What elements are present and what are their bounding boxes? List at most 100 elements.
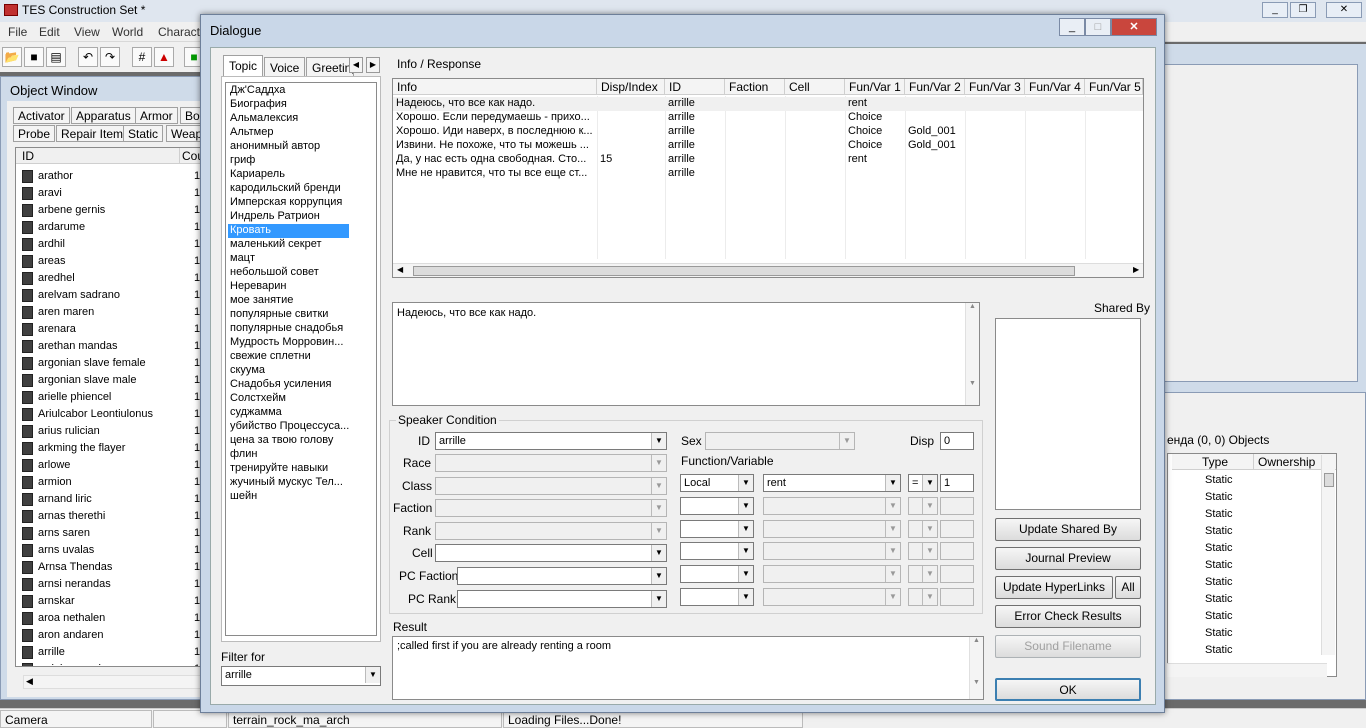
function-variable-combo[interactable]: ▼ xyxy=(763,588,901,606)
function-type-combo[interactable]: Local ▼ xyxy=(680,474,754,492)
function-value-input[interactable] xyxy=(940,496,974,515)
pc-rank-combo[interactable]: ▼ xyxy=(457,590,667,608)
table-row[interactable]: arenara 1 xyxy=(16,321,202,338)
vscroll-thumb[interactable] xyxy=(1324,473,1334,487)
chevron-down-icon[interactable]: ▼ xyxy=(651,545,666,561)
save-icon[interactable]: ■ xyxy=(24,47,44,67)
topic-item[interactable]: Кровать xyxy=(228,224,349,238)
cell-objects-vscroll[interactable] xyxy=(1321,455,1335,655)
tab-armor[interactable]: Armor xyxy=(135,107,178,124)
hscroll-thumb[interactable] xyxy=(413,266,1075,276)
chevron-down-icon[interactable]: ▼ xyxy=(738,475,753,491)
table-row[interactable]: arius rulician 1 xyxy=(16,423,202,440)
table-row[interactable]: argonian slave female 1 xyxy=(16,355,202,372)
function-value-input[interactable] xyxy=(940,588,974,606)
chevron-down-icon[interactable]: ▼ xyxy=(922,497,937,514)
chevron-down-icon[interactable]: ▼ xyxy=(738,589,753,605)
tab-static[interactable]: Static xyxy=(123,125,164,142)
table-row[interactable]: arelvam sadrano 1 xyxy=(16,287,202,304)
column-header[interactable]: Cell xyxy=(785,79,845,95)
comparison-operator-combo[interactable]: ▼ xyxy=(908,519,938,538)
table-row[interactable]: Static xyxy=(1202,474,1262,488)
minimize-icon[interactable]: _ xyxy=(1262,2,1288,18)
topic-item[interactable]: Кариарель xyxy=(228,168,349,182)
chevron-down-icon[interactable]: ▼ xyxy=(738,520,753,537)
open-icon[interactable]: 📂 xyxy=(2,47,22,67)
all-button[interactable]: All xyxy=(1115,576,1141,599)
class-combo[interactable]: ▼ xyxy=(435,477,667,495)
tab-activator[interactable]: Activator xyxy=(13,107,70,124)
maximize-icon[interactable]: ❐ xyxy=(1290,2,1316,18)
table-row[interactable]: arrille 1 xyxy=(16,644,202,661)
update-hyperlinks-button[interactable]: Update HyperLinks xyxy=(995,576,1113,599)
chevron-down-icon[interactable]: ▼ xyxy=(922,566,937,583)
comparison-operator-combo[interactable]: ▼ xyxy=(908,542,938,561)
column-header-type[interactable]: Type xyxy=(1172,454,1254,470)
chevron-down-icon[interactable]: ▼ xyxy=(885,497,900,514)
menu-file[interactable]: File xyxy=(8,25,27,39)
cell-combo[interactable]: ▼ xyxy=(435,544,667,562)
topic-item[interactable]: цена за твою голову xyxy=(228,434,349,448)
table-row[interactable]: arns uvalas 1 xyxy=(16,542,202,559)
tab-apparatus[interactable]: Apparatus xyxy=(71,107,136,124)
table-row[interactable]: Извини. Не похоже, что ты можешь ... arri… xyxy=(393,139,1143,153)
table-row[interactable]: aron andaren 1 xyxy=(16,627,202,644)
topic-item[interactable]: шейн xyxy=(228,490,349,504)
column-header[interactable]: Faction xyxy=(725,79,785,95)
function-type-combo[interactable]: ▼ xyxy=(680,542,754,561)
table-row[interactable]: Static xyxy=(1202,542,1262,556)
table-row[interactable]: Надеюсь, что все как надо. arrille rent xyxy=(393,97,1143,111)
function-variable-combo[interactable]: ▼ xyxy=(763,542,901,561)
landscape-icon[interactable]: ▲ xyxy=(154,47,174,67)
chevron-down-icon[interactable]: ▼ xyxy=(839,433,854,449)
table-row[interactable]: Static xyxy=(1202,593,1262,607)
topic-item[interactable]: анонимный автор xyxy=(228,140,349,154)
dialogue-maximize-icon[interactable]: □ xyxy=(1085,18,1111,36)
chevron-down-icon[interactable]: ▼ xyxy=(922,543,937,560)
topic-item[interactable]: Альмалексия xyxy=(228,112,349,126)
pc-faction-combo[interactable]: ▼ xyxy=(457,567,667,585)
chevron-down-icon[interactable]: ▼ xyxy=(885,520,900,537)
table-row[interactable]: arnsi nerandas 1 xyxy=(16,576,202,593)
column-header[interactable]: Fun/Var 3 xyxy=(965,79,1025,95)
table-row[interactable]: ardhil 1 xyxy=(16,236,202,253)
table-row[interactable]: arielle phiencel 1 xyxy=(16,389,202,406)
topic-item[interactable]: Снадобья усиления xyxy=(228,378,349,392)
function-variable-combo[interactable]: rent ▼ xyxy=(763,474,901,492)
chevron-down-icon[interactable]: ▼ xyxy=(738,566,753,583)
topic-item[interactable]: свежие сплетни xyxy=(228,350,349,364)
table-row[interactable]: Static xyxy=(1202,610,1262,624)
table-row[interactable]: Arnsa Thendas 1 xyxy=(16,559,202,576)
table-row[interactable]: aravi 1 xyxy=(16,185,202,202)
tab-scroll-left-icon[interactable]: ◀ xyxy=(349,57,363,73)
object-list-hscroll[interactable]: ◀ xyxy=(23,675,203,689)
menu-character[interactable]: Charact xyxy=(158,25,200,39)
chevron-down-icon[interactable]: ▼ xyxy=(651,433,666,449)
shared-by-list[interactable] xyxy=(995,318,1141,510)
topic-item[interactable]: жучиный мускус Тел... xyxy=(228,476,349,490)
topic-item[interactable]: Альтмер xyxy=(228,126,349,140)
function-value-input[interactable] xyxy=(940,519,974,538)
topic-item[interactable]: маленький секрет xyxy=(228,238,349,252)
topic-item[interactable]: Биография xyxy=(228,98,349,112)
chevron-down-icon[interactable]: ▼ xyxy=(651,568,666,584)
topic-item[interactable]: мое занятие xyxy=(228,294,349,308)
function-type-combo[interactable]: ▼ xyxy=(680,496,754,515)
table-row[interactable]: ardarume 1 xyxy=(16,219,202,236)
chevron-down-icon[interactable]: ▼ xyxy=(885,566,900,583)
table-row[interactable]: aren maren 1 xyxy=(16,304,202,321)
topic-item[interactable]: суджамма xyxy=(228,406,349,420)
table-row[interactable]: aroa nethalen 1 xyxy=(16,610,202,627)
column-header[interactable]: Fun/Var 5 xyxy=(1085,79,1143,95)
sex-combo[interactable]: ▼ xyxy=(705,432,855,450)
cell-objects-hscroll[interactable] xyxy=(1167,663,1327,677)
tab-topic[interactable]: Topic xyxy=(223,55,264,77)
rank-combo[interactable]: ▼ xyxy=(435,522,667,540)
speaker-id-combo[interactable]: arrille ▼ xyxy=(435,432,667,450)
topic-item[interactable]: убийство Процессуса... xyxy=(228,420,349,434)
chevron-down-icon[interactable]: ▼ xyxy=(651,523,666,539)
topic-item[interactable]: Индрель Ратрион xyxy=(228,210,349,224)
function-type-combo[interactable]: ▼ xyxy=(680,565,754,584)
column-header[interactable]: Disp/Index xyxy=(597,79,665,95)
topic-item[interactable]: Дж'Саддха xyxy=(228,84,349,98)
